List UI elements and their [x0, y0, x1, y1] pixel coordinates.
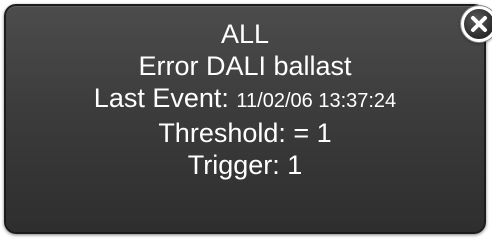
last-event-row: Last Event: 11/02/06 13:37:24	[6, 82, 484, 117]
last-event-value: 11/02/06 13:37:24	[236, 90, 397, 112]
event-popup: ALL Error DALI ballast Last Event: 11/02…	[4, 4, 486, 234]
close-icon	[471, 16, 487, 32]
event-message: Error DALI ballast	[138, 51, 352, 81]
event-title: ALL	[220, 19, 270, 49]
last-event-label: Last Event:	[93, 83, 229, 113]
trigger-text: Trigger: 1	[187, 150, 303, 180]
close-button[interactable]	[461, 6, 492, 42]
threshold-text: Threshold: = 1	[158, 118, 332, 148]
event-details: ALL Error DALI ballast Last Event: 11/02…	[6, 18, 484, 181]
